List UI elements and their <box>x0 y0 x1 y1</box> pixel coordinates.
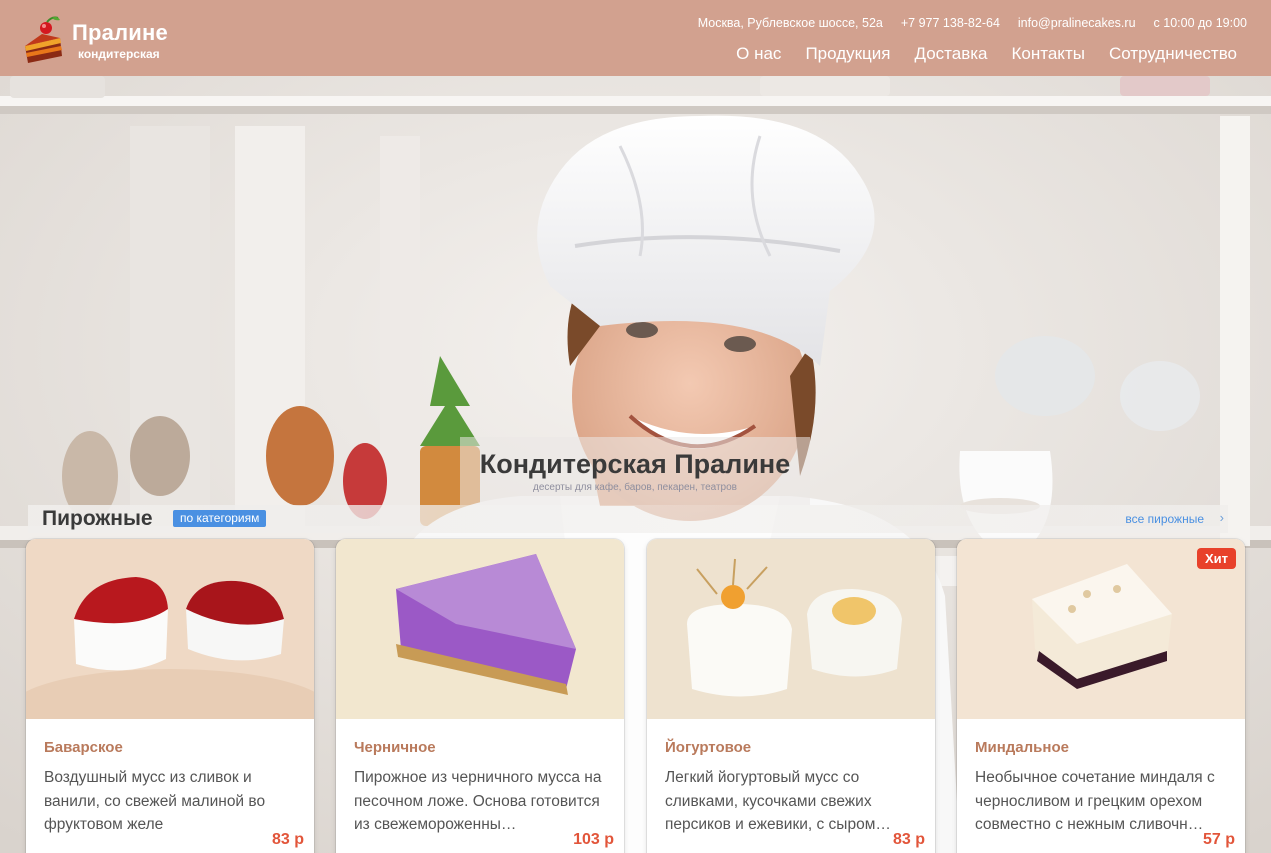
site-header: Пралине кондитерская Москва, Рублевское … <box>0 0 1271 76</box>
nav-item-about[interactable]: О нас <box>736 44 781 64</box>
product-description: Необычное сочетание миндаля с черносливо… <box>975 769 1215 833</box>
product-price: 57 р <box>1202 831 1235 848</box>
section-header: Пирожные по категориям все пирожные › <box>28 505 1228 533</box>
product-price: 103 р <box>573 831 614 848</box>
product-card[interactable]: Хит Миндальное Необычное сочетание минда… <box>957 539 1245 853</box>
product-price: 83 р <box>892 831 925 848</box>
product-name[interactable]: Йогуртовое <box>665 739 751 756</box>
product-card[interactable]: Черничное Пирожное из черничного мусса н… <box>336 539 624 853</box>
nav-item-contacts[interactable]: Контакты <box>1012 44 1085 64</box>
product-description: Пирожное из черничного мусса на песочном… <box>354 769 602 833</box>
email-link[interactable]: info@pralinecakes.ru <box>1018 16 1136 32</box>
product-name[interactable]: Миндальное <box>975 739 1069 756</box>
section-title: Пирожные <box>42 507 153 530</box>
hero-title: Кондитерская Пралине <box>479 449 791 479</box>
brand-name: Пралине <box>72 20 168 45</box>
phone-link[interactable]: +7 977 138-82-64 <box>901 16 1000 32</box>
chevron-right-icon[interactable]: › <box>1220 510 1224 525</box>
brand-subtitle: кондитерская <box>78 47 160 61</box>
product-image-blueberry <box>336 539 624 719</box>
contacts-bar: Москва, Рублевское шоссе, 52а +7 977 138… <box>698 16 1247 32</box>
nav-item-products[interactable]: Продукция <box>805 44 890 64</box>
product-description: Воздушный мусс из сливок и ванили, со св… <box>44 769 266 833</box>
nav-item-delivery[interactable]: Доставка <box>915 44 988 64</box>
all-pastries-link[interactable]: все пирожные <box>1125 512 1204 526</box>
hero-subtitle: десерты для кафе, баров, пекарен, театро… <box>533 482 737 493</box>
product-description: Легкий йогуртовый мусс со сливками, кусо… <box>665 769 891 833</box>
product-name[interactable]: Черничное <box>354 739 436 756</box>
hours-text: с 10:00 до 19:00 <box>1153 16 1247 30</box>
hero-caption: Кондитерская Пралине десерты для кафе, б… <box>460 437 810 505</box>
nav-item-partnership[interactable]: Сотрудничество <box>1109 44 1237 64</box>
categories-button[interactable]: по категориям <box>173 510 267 527</box>
product-card[interactable]: Йогуртовое Легкий йогуртовый мусс со сли… <box>647 539 935 853</box>
product-card[interactable]: Баварское Воздушный мусс из сливок и ван… <box>26 539 314 853</box>
product-image-yogurt <box>647 539 935 719</box>
product-image-bavarian <box>26 539 314 719</box>
cake-logo-icon <box>25 16 62 63</box>
hit-badge: Хит <box>1196 548 1236 569</box>
product-name[interactable]: Баварское <box>44 739 123 756</box>
address-text: Москва, Рублевское шоссе, 52а <box>697 16 883 30</box>
product-price: 83 р <box>271 831 304 848</box>
main-nav: О нас Продукция Доставка Контакты Сотруд… <box>736 44 1237 64</box>
logo[interactable]: Пралине кондитерская <box>22 16 192 66</box>
